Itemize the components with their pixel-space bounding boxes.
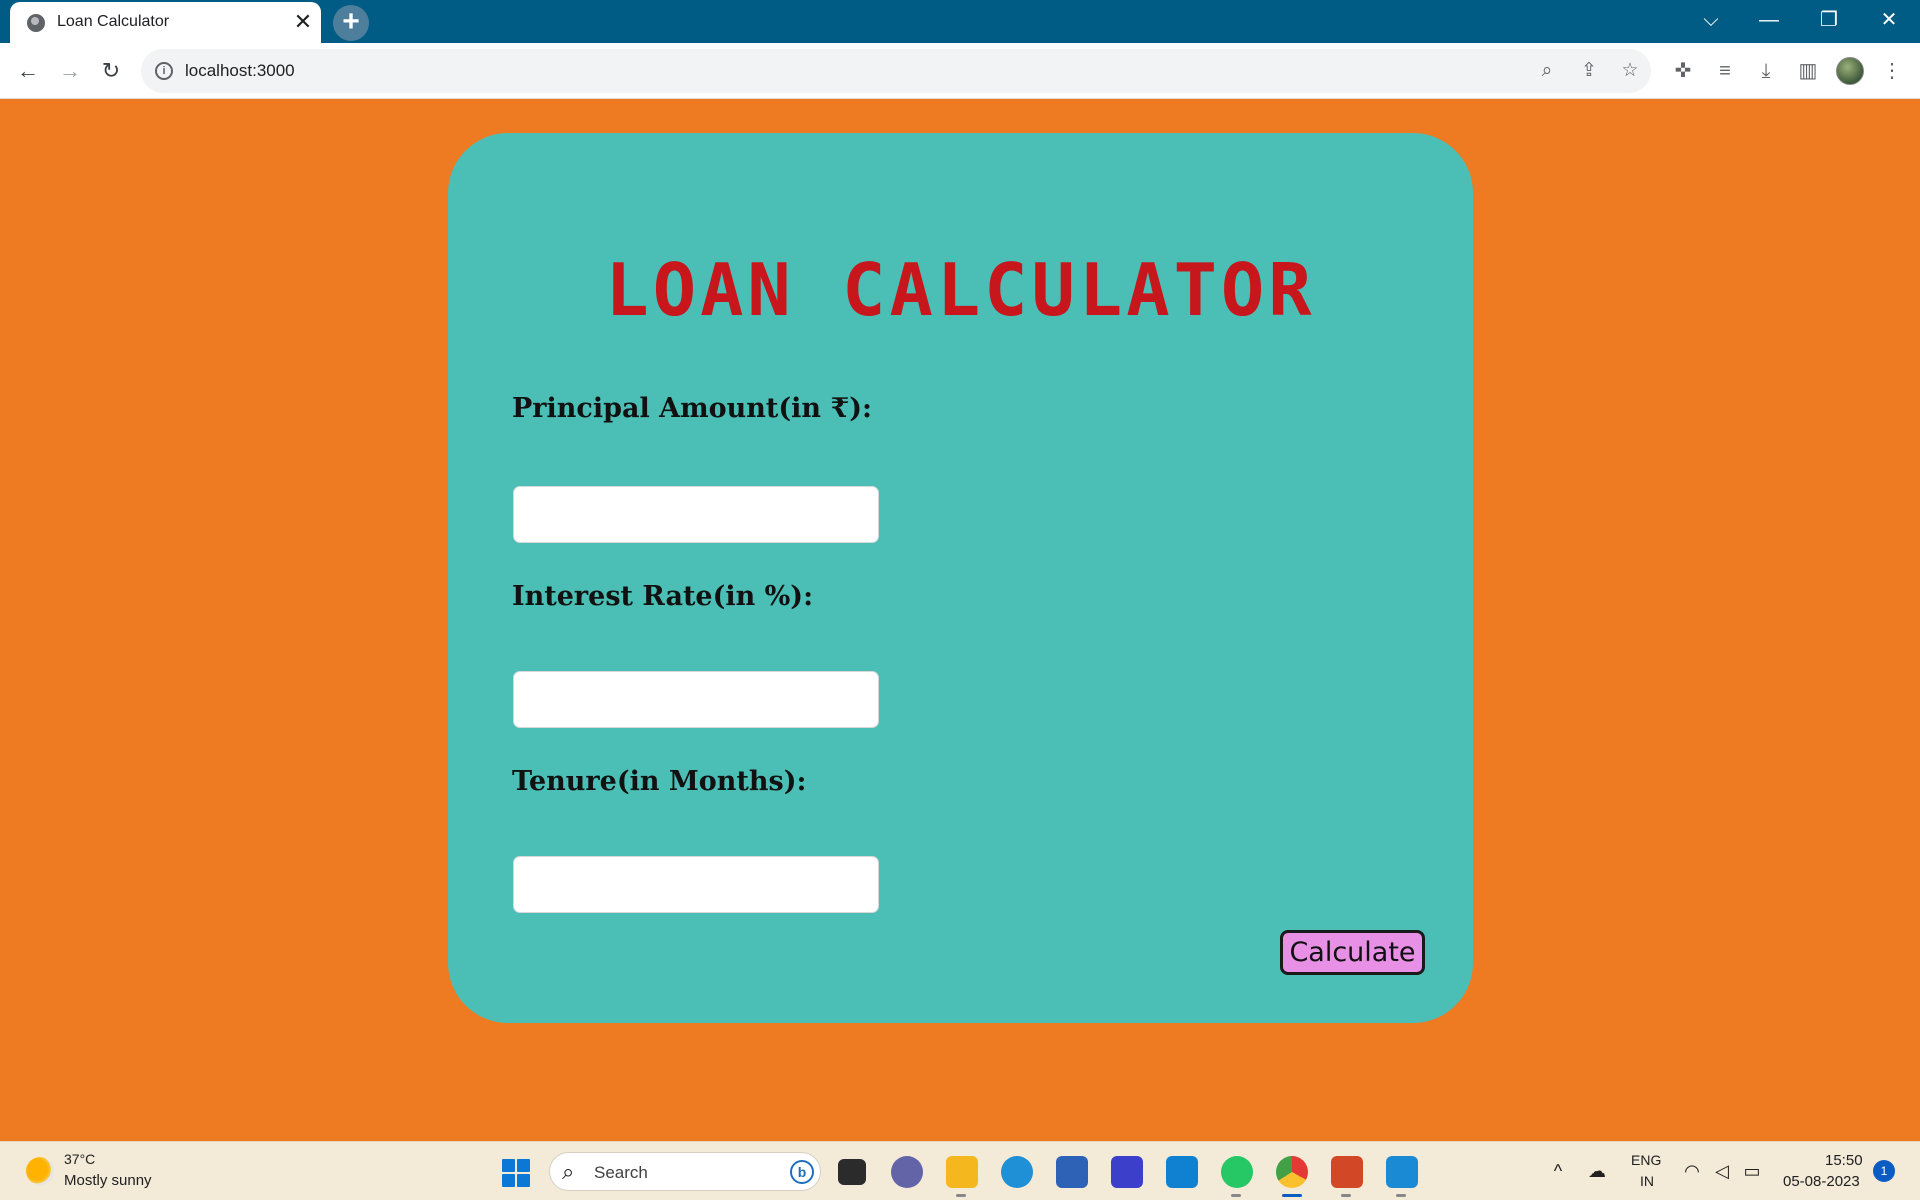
cortana-icon[interactable]: [1166, 1156, 1198, 1188]
wifi-icon[interactable]: ◠: [1681, 1160, 1703, 1182]
interest-rate-input[interactable]: [513, 671, 879, 728]
show-hidden-icons-chevron-icon[interactable]: ^: [1547, 1160, 1569, 1182]
bing-icon[interactable]: b: [790, 1160, 814, 1184]
loan-calculator-card: LOAN CALCULATOR Principal Amount(in ₹): …: [448, 133, 1473, 1023]
app-icon[interactable]: [1111, 1156, 1143, 1188]
taskbar-search[interactable]: ⌕ Search b: [549, 1152, 821, 1191]
search-icon: ⌕: [562, 1159, 575, 1184]
chrome-active-indicator: [1282, 1194, 1302, 1197]
zoom-icon[interactable]: ⌕: [1535, 59, 1559, 83]
principal-label: Principal Amount(in ₹):: [512, 393, 872, 424]
language-indicator-bottom[interactable]: IN: [1640, 1173, 1654, 1189]
side-panel-icon[interactable]: ▥: [1794, 57, 1822, 85]
download-icon[interactable]: ⤓: [1752, 57, 1780, 85]
browser-tab-loan-calculator[interactable]: Loan Calculator ✕: [10, 2, 321, 43]
principal-input[interactable]: [513, 486, 879, 543]
tab-search-chevron-icon[interactable]: ⌵: [1688, 0, 1734, 43]
profile-avatar[interactable]: [1836, 57, 1864, 85]
clock-date[interactable]: 05-08-2023: [1783, 1173, 1860, 1190]
tab-title: Loan Calculator: [57, 13, 170, 30]
whatsapp-icon[interactable]: [1221, 1156, 1253, 1188]
reload-icon[interactable]: ↻: [95, 55, 127, 87]
reading-list-icon[interactable]: ≡: [1711, 57, 1739, 85]
interest-rate-label: Interest Rate(in %):: [512, 581, 814, 612]
extensions-icon[interactable]: ✜: [1669, 57, 1697, 85]
whatsapp-indicator: [1231, 1194, 1241, 1197]
minimize-button[interactable]: —: [1746, 0, 1792, 43]
globe-icon: [27, 14, 45, 32]
tab-close-icon[interactable]: ✕: [291, 10, 315, 34]
page-title: LOAN CALCULATOR: [605, 248, 1316, 332]
address-bar[interactable]: i localhost:3000 ⌕ ⇪ ☆: [141, 49, 1651, 93]
clock-time[interactable]: 15:50: [1825, 1152, 1863, 1169]
notification-badge[interactable]: 1: [1873, 1160, 1895, 1182]
windows-taskbar: 37°C Mostly sunny ⌕ Search b ^ ☁ ENG IN …: [0, 1141, 1920, 1200]
battery-icon[interactable]: ▭: [1741, 1160, 1763, 1182]
edge-icon[interactable]: [1001, 1156, 1033, 1188]
teams-icon[interactable]: [891, 1156, 923, 1188]
volume-icon[interactable]: ◁: [1711, 1160, 1733, 1182]
powerpoint-indicator: [1341, 1194, 1351, 1197]
weather-sun-icon[interactable]: [26, 1157, 54, 1185]
tenure-input[interactable]: [513, 856, 879, 913]
onedrive-cloud-icon[interactable]: ☁: [1586, 1160, 1608, 1182]
browser-titlebar: Loan Calculator ✕ + ⌵ — ❐ ✕: [0, 0, 1920, 43]
weather-description[interactable]: Mostly sunny: [64, 1172, 152, 1189]
close-window-button[interactable]: ✕: [1866, 0, 1912, 43]
language-indicator-top[interactable]: ENG: [1631, 1152, 1661, 1168]
windows-start-icon[interactable]: [502, 1159, 530, 1187]
site-info-icon[interactable]: i: [155, 62, 173, 80]
more-menu-icon[interactable]: ⋮: [1878, 57, 1906, 85]
bookmark-star-icon[interactable]: ☆: [1618, 59, 1642, 83]
vscode-icon[interactable]: [1386, 1156, 1418, 1188]
search-placeholder: Search: [594, 1163, 648, 1182]
share-icon[interactable]: ⇪: [1577, 59, 1601, 83]
tenure-label: Tenure(in Months):: [512, 766, 807, 797]
back-arrow-icon[interactable]: ←: [12, 55, 44, 87]
chrome-icon[interactable]: [1276, 1156, 1308, 1188]
restore-button[interactable]: ❐: [1806, 0, 1852, 43]
forward-arrow-icon[interactable]: →: [54, 55, 86, 87]
microsoft-store-icon[interactable]: [1056, 1156, 1088, 1188]
vscode-indicator: [1396, 1194, 1406, 1197]
url-text[interactable]: localhost:3000: [185, 61, 295, 81]
powerpoint-icon[interactable]: [1331, 1156, 1363, 1188]
task-view-icon[interactable]: [838, 1159, 866, 1185]
browser-toolbar: ← → ↻ i localhost:3000 ⌕ ⇪ ☆ ✜ ≡ ⤓ ▥ ⋮: [0, 43, 1920, 99]
file-explorer-indicator: [956, 1194, 966, 1197]
new-tab-button[interactable]: +: [333, 5, 369, 41]
weather-temperature[interactable]: 37°C: [64, 1151, 95, 1167]
calculate-button[interactable]: Calculate: [1280, 930, 1425, 975]
file-explorer-icon[interactable]: [946, 1156, 978, 1188]
